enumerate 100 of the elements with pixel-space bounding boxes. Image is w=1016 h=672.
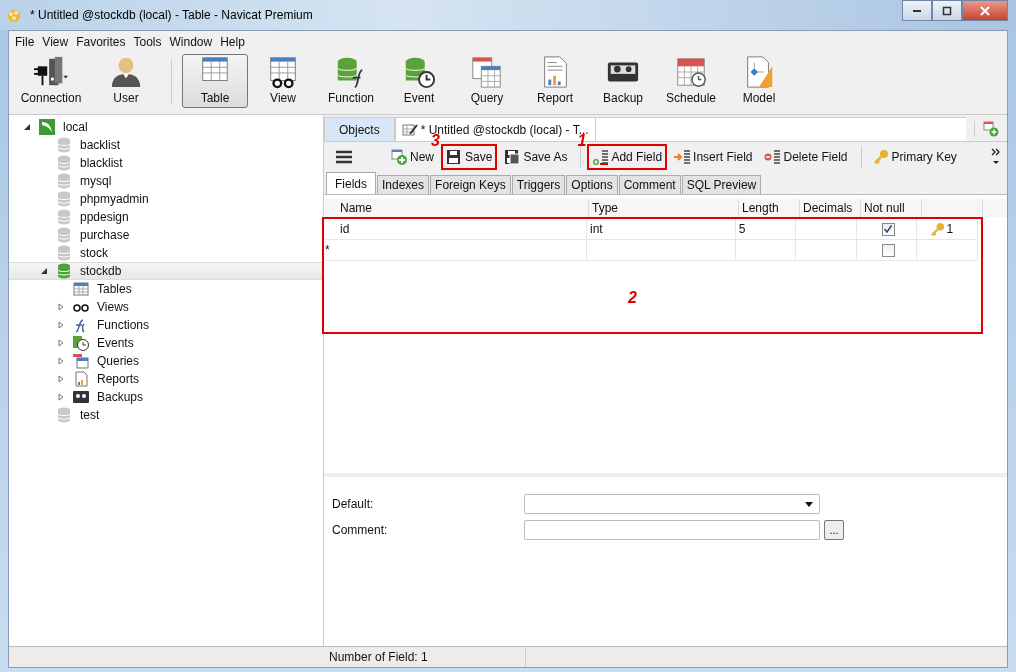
tree-item[interactable]: test xyxy=(9,406,323,424)
menu-item[interactable]: Tools xyxy=(129,35,166,49)
collapse-arrow-icon[interactable] xyxy=(23,123,31,131)
tree-item[interactable]: stockdb xyxy=(9,262,323,280)
toolbar-button[interactable]: Model xyxy=(726,54,792,108)
toolbar-button[interactable]: Report xyxy=(522,54,588,108)
tree-item[interactable]: phpmyadmin xyxy=(9,190,323,208)
toolbar-button[interactable]: Query xyxy=(454,54,520,108)
tree-item[interactable]: purchase xyxy=(9,226,323,244)
toolbar-button[interactable]: Backup xyxy=(590,54,656,108)
column-header[interactable]: Not null xyxy=(861,199,922,217)
toolbar-button[interactable]: Add Field xyxy=(587,144,668,170)
table-cell: int xyxy=(590,222,603,236)
expand-arrow-icon[interactable] xyxy=(57,393,65,401)
column-header[interactable]: Type xyxy=(589,199,739,217)
tree-label: phpmyadmin xyxy=(80,192,149,206)
menu-item[interactable]: Help xyxy=(216,35,249,49)
expand-arrow-icon[interactable] xyxy=(57,339,65,347)
tree-label: ppdesign xyxy=(80,210,129,224)
tree-item[interactable]: backlist xyxy=(9,136,323,154)
menu-item[interactable]: File xyxy=(11,35,39,49)
status-text: Number of Field: 1 xyxy=(323,647,526,667)
browse-button[interactable]: ... xyxy=(824,520,844,540)
expand-arrow-icon[interactable] xyxy=(57,303,65,311)
tree-item[interactable]: mysql xyxy=(9,172,323,190)
tab[interactable]: Options xyxy=(566,175,618,194)
toolbar-button[interactable]: View xyxy=(250,54,316,108)
menu-item[interactable]: Window xyxy=(165,35,217,49)
tree-label: stock xyxy=(80,246,108,260)
toolbar-button[interactable]: Function xyxy=(318,54,384,108)
toolbar-button[interactable]: Event xyxy=(386,54,452,108)
tables-icon xyxy=(73,281,89,297)
close-icon xyxy=(980,5,990,16)
save-as-icon xyxy=(504,149,521,165)
collapse-arrow-icon[interactable] xyxy=(40,267,48,275)
window-title: * Untitled @stockdb (local) - Table - Navicat Premium xyxy=(30,8,313,22)
tree-label: mysql xyxy=(80,174,112,188)
toolbar-button[interactable]: Save xyxy=(441,144,498,170)
database-icon xyxy=(56,191,72,207)
tab[interactable]: Foreign Keys xyxy=(430,175,511,194)
database-icon xyxy=(56,137,72,153)
column-header[interactable]: Length xyxy=(739,199,800,217)
primary-key-indicator: 1 xyxy=(930,221,954,237)
save-icon xyxy=(446,149,462,165)
dropdown-arrow-icon xyxy=(805,501,813,507)
toolbar-button[interactable]: Primary Key xyxy=(867,144,962,170)
tree-item[interactable]: blacklist xyxy=(9,154,323,172)
insert-field-icon xyxy=(674,149,691,165)
database-icon xyxy=(56,245,72,261)
tree-item[interactable]: Events xyxy=(9,334,323,352)
tree-item[interactable]: Functions xyxy=(9,316,323,334)
minimize-button[interactable] xyxy=(902,0,932,21)
overflow-icon[interactable] xyxy=(991,147,1001,167)
toolbar-button[interactable]: Delete Field xyxy=(759,144,853,170)
toolbar-button[interactable]: Connection xyxy=(11,54,91,108)
expand-arrow-icon[interactable] xyxy=(57,321,65,329)
tree-item[interactable]: Tables xyxy=(9,280,323,298)
tree-item[interactable]: Backups xyxy=(9,388,323,406)
document-tab[interactable]: Objects xyxy=(324,117,395,141)
primary-key-icon xyxy=(872,149,889,165)
tab[interactable]: Comment xyxy=(618,175,681,194)
expand-arrow-icon[interactable] xyxy=(57,357,65,365)
tree-item[interactable]: local xyxy=(9,118,323,136)
column-header[interactable]: Name xyxy=(337,199,589,217)
tree-item[interactable]: stock xyxy=(9,244,323,262)
close-button[interactable] xyxy=(962,0,1008,21)
toolbar-button[interactable]: User xyxy=(93,54,159,108)
menu-icon[interactable] xyxy=(336,150,352,164)
maximize-button[interactable] xyxy=(932,0,962,21)
tab[interactable]: SQL Preview xyxy=(681,175,762,194)
table-edit-icon xyxy=(401,121,418,138)
menu-item[interactable]: Favorites xyxy=(72,35,130,49)
toolbar-button[interactable]: Schedule xyxy=(658,54,724,108)
maximize-icon xyxy=(942,5,952,16)
toolbar-button[interactable]: Table xyxy=(182,54,248,108)
tree-item[interactable]: Views xyxy=(9,298,323,316)
tree-item[interactable]: Reports xyxy=(9,370,323,388)
toolbar-button[interactable]: Save As xyxy=(499,144,573,170)
tab[interactable]: Indexes xyxy=(377,175,430,194)
expand-arrow-icon[interactable] xyxy=(57,375,65,383)
tab[interactable]: Triggers xyxy=(511,175,566,194)
toolbar-button[interactable]: Insert Field xyxy=(669,144,758,170)
tree-item[interactable]: ppdesign xyxy=(9,208,323,226)
column-header[interactable]: Decimals xyxy=(800,199,861,217)
tab[interactable]: Fields xyxy=(326,172,376,194)
comment-field[interactable] xyxy=(524,520,820,540)
menu-item[interactable]: View xyxy=(38,35,73,49)
tree-label: test xyxy=(80,408,100,422)
new-row-marker: * xyxy=(325,243,330,257)
tree-item[interactable]: Queries xyxy=(9,352,323,370)
backups-icon xyxy=(73,389,89,405)
checkbox[interactable] xyxy=(881,243,895,257)
app-icon xyxy=(6,7,22,23)
add-tab-icon[interactable] xyxy=(974,121,999,137)
checkbox[interactable] xyxy=(881,222,895,236)
tree-label: Backups xyxy=(97,390,144,404)
database-open-icon xyxy=(56,263,72,279)
annotation-number: 2 xyxy=(628,288,637,307)
tree-label: Queries xyxy=(97,354,140,368)
queries-icon xyxy=(73,353,89,369)
